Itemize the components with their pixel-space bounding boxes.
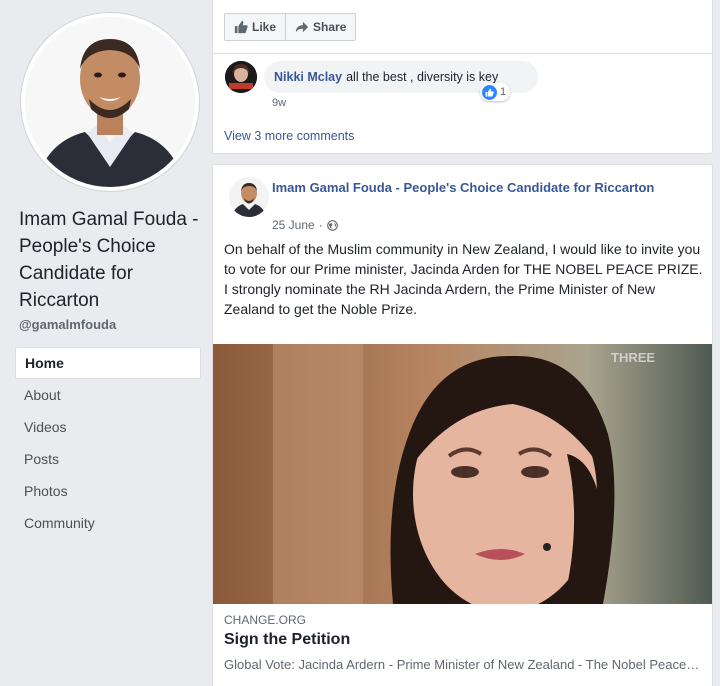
- author-photo-image: [229, 177, 269, 217]
- post-meta: 25 June ·: [272, 218, 338, 232]
- page-nav: Home About Videos Posts Photos Community: [15, 347, 201, 539]
- nav-item-posts[interactable]: Posts: [15, 443, 201, 475]
- like-label: Like: [252, 20, 277, 34]
- nav-item-videos[interactable]: Videos: [15, 411, 201, 443]
- comment-author[interactable]: Nikki Mclay: [274, 70, 342, 84]
- page-handle[interactable]: @gamalmfouda: [19, 317, 116, 332]
- nav-item-about[interactable]: About: [15, 379, 201, 411]
- post-date[interactable]: 25 June: [272, 218, 315, 232]
- link-title[interactable]: Sign the Petition: [224, 631, 350, 649]
- like-reaction-icon: [482, 84, 497, 100]
- reaction-count: 1: [500, 86, 507, 98]
- nav-item-community[interactable]: Community: [15, 507, 201, 539]
- divider: [213, 53, 712, 54]
- previous-post-card: Like Share Nikki Mclay all the best , div…: [212, 0, 713, 154]
- post-card: Imam Gamal Fouda - People's Choice Candi…: [212, 164, 713, 686]
- comment-reactions[interactable]: 1: [480, 83, 511, 101]
- link-source[interactable]: CHANGE.ORG: [224, 613, 306, 627]
- meta-separator: ·: [318, 218, 323, 232]
- link-description[interactable]: Global Vote: Jacinda Ardern - Prime Mini…: [224, 657, 700, 672]
- share-arrow-icon: [295, 21, 309, 33]
- commenter-photo-image: [225, 61, 257, 93]
- page-title: Imam Gamal Fouda - People's Choice Candi…: [19, 209, 199, 311]
- view-more-comments-link[interactable]: View 3 more comments: [224, 129, 354, 143]
- post-link-image[interactable]: THREE: [213, 344, 712, 604]
- nav-item-home[interactable]: Home: [15, 347, 201, 379]
- globe-icon: [326, 219, 338, 231]
- profile-picture[interactable]: [20, 12, 200, 192]
- post-author-name[interactable]: Imam Gamal Fouda - People's Choice Candi…: [272, 178, 692, 197]
- post-author-avatar[interactable]: [229, 177, 269, 217]
- comment-text: all the best , diversity is key: [346, 70, 499, 84]
- nav-item-photos[interactable]: Photos: [15, 475, 201, 507]
- post-text: On behalf of the Muslim community in New…: [224, 239, 704, 319]
- comment-author-avatar[interactable]: [225, 61, 257, 93]
- image-watermark: THREE: [611, 350, 655, 365]
- share-label: Share: [313, 20, 347, 34]
- news-photo-image: THREE: [213, 344, 712, 604]
- profile-photo-image: [25, 17, 195, 187]
- share-button[interactable]: Share: [285, 14, 355, 40]
- like-button[interactable]: Like: [225, 14, 285, 40]
- page-sidebar: Imam Gamal Fouda - People's Choice Candi…: [0, 0, 212, 686]
- post-body: On behalf of the Muslim community in New…: [224, 241, 703, 317]
- thumbs-up-icon: [234, 20, 248, 34]
- comment-timestamp[interactable]: 9w: [272, 97, 286, 109]
- post-actions: Like Share: [224, 13, 357, 41]
